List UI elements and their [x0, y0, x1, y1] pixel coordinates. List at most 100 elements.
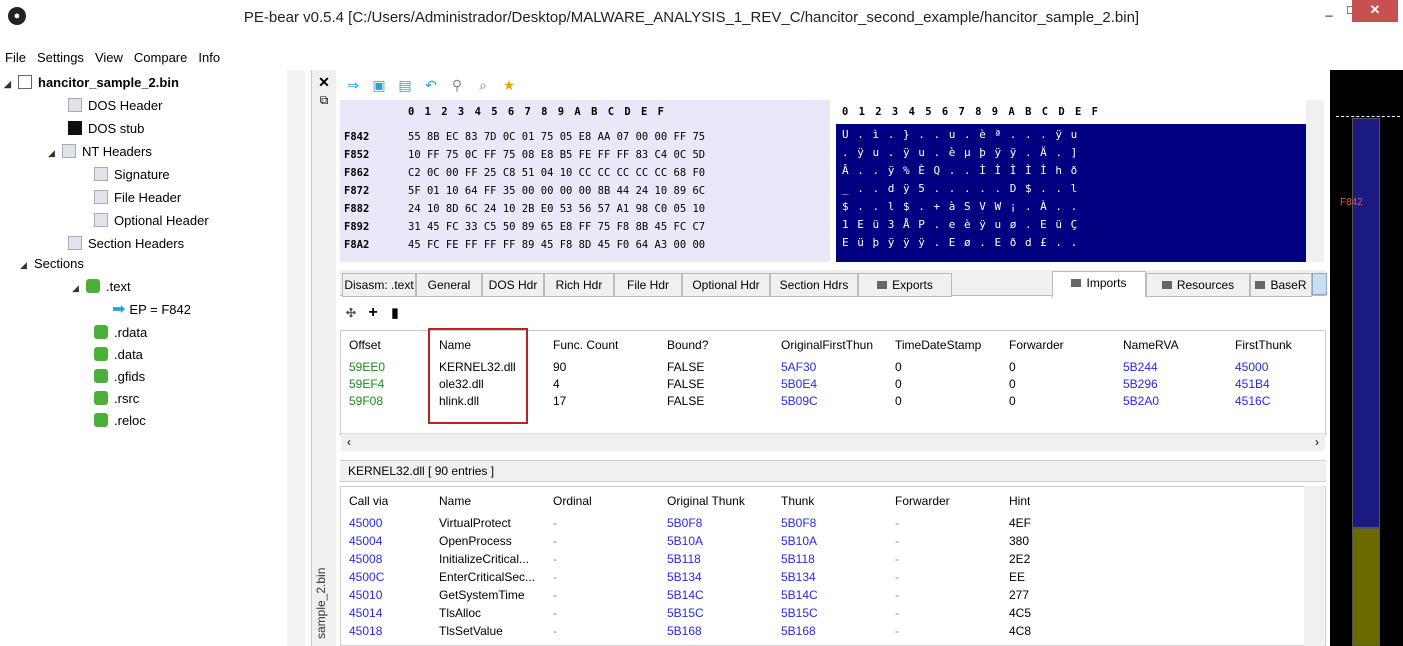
tab-general[interactable]: General — [416, 273, 482, 297]
table-row[interactable]: 4500C EnterCriticalSec... -5B134 5B134- EE — [341, 569, 1325, 585]
table-row[interactable]: 45008 InitializeCritical... -5B118 5B118-2E… — [341, 551, 1325, 567]
column-header[interactable]: Ordinal — [553, 493, 592, 509]
ascii-row[interactable]: $ . . l $ . + à S V W ¡ . À . . — [842, 200, 1078, 213]
column-header[interactable]: FirstThunk — [1235, 337, 1292, 353]
menu-info[interactable]: Info — [198, 48, 220, 68]
tree-section-gfids[interactable]: .gfids — [94, 366, 145, 388]
column-header[interactable]: Thunk — [781, 493, 814, 509]
ascii-row[interactable]: U . ì . } . . u . è ª . . . ÿ u — [842, 128, 1078, 141]
tree-section-rsrc[interactable]: .rsrc — [94, 388, 139, 410]
menu-compare[interactable]: Compare — [134, 48, 187, 68]
tab-section-hdrs[interactable]: Section Hdrs — [770, 273, 858, 297]
tree-optional-header[interactable]: Optional Header — [94, 210, 209, 232]
hex-row[interactable]: F862 C2 0C 00 FF 25 C8 51 04 10 CC CC CC … — [340, 164, 820, 182]
column-header[interactable]: Call via — [349, 493, 388, 509]
menu-view[interactable]: View — [95, 48, 123, 68]
ascii-row[interactable]: _ . . d ÿ 5 . . . . . D $ . . l — [842, 182, 1078, 195]
column-header[interactable]: Name — [439, 493, 471, 509]
column-header[interactable]: TimeDateStamp — [895, 337, 981, 353]
export-icon[interactable]: ▤ — [392, 72, 418, 98]
tree-file-header[interactable]: File Header — [94, 187, 181, 209]
tree-section-text[interactable]: ◢ .text — [72, 276, 131, 298]
tab-optional-hdr[interactable]: Optional Hdr — [682, 273, 770, 297]
tab-disasm[interactable]: Disasm: .text — [342, 273, 416, 297]
functions-scrollbar[interactable] — [1304, 486, 1324, 646]
hex-row[interactable]: F852 10 FF 75 0C FF 75 08 E8 B5 FE FF FF … — [340, 146, 820, 164]
tree-dos-stub[interactable]: DOS stub — [68, 118, 144, 140]
hex-row[interactable]: F8A2 45 FC FE FF FF FF 89 45 F8 8D 45 F0 … — [340, 236, 820, 254]
tree-sections[interactable]: ◢ Sections — [20, 253, 84, 275]
table-row[interactable]: 45014 TlsAlloc -5B15C 5B15C -4C5 — [341, 605, 1325, 621]
tree-section-headers[interactable]: Section Headers — [68, 233, 184, 255]
collapse-icon[interactable]: ◢ — [20, 254, 30, 276]
tree-entry-point[interactable]: ➡ EP = F842 — [112, 299, 191, 321]
ascii-row[interactable]: Â . . ÿ % È Q . . Ì Ì Ì Ì Ì h ð — [842, 164, 1078, 177]
table-row[interactable]: 45004 OpenProcess -5B10A 5B10A -380 — [341, 533, 1325, 549]
tab-rich-hdr[interactable]: Rich Hdr — [544, 273, 614, 297]
tab-scroll-right-button[interactable] — [1312, 273, 1327, 295]
tree-signature[interactable]: Signature — [94, 164, 170, 186]
save-icon[interactable]: ▣ — [366, 72, 392, 98]
tree-section-rdata[interactable]: .rdata — [94, 322, 147, 344]
column-header[interactable]: Offset — [349, 337, 381, 353]
column-header[interactable]: NameRVA — [1123, 337, 1179, 353]
hex-row[interactable]: F892 31 45 FC 33 C5 50 89 65 E8 FF 75 F8 … — [340, 218, 820, 236]
collapse-icon[interactable]: ◢ — [4, 73, 14, 95]
hex-row[interactable]: F842 55 8B EC 83 7D 0C 01 75 05 E8 AA 07 … — [340, 128, 820, 146]
hex-view[interactable]: 0 1 2 3 4 5 6 7 8 9 A B C D E F F842 55 8… — [340, 100, 830, 262]
close-button[interactable]: ✕ — [1352, 0, 1398, 22]
tree-section-data[interactable]: .data — [94, 344, 143, 366]
scroll-left-icon[interactable]: ‹ — [347, 435, 351, 449]
tree-section-reloc[interactable]: .reloc — [94, 410, 146, 432]
hex-row[interactable]: F872 5F 01 10 64 FF 35 00 00 00 00 8B 44 … — [340, 182, 820, 200]
overview-section-text[interactable] — [1352, 118, 1380, 528]
column-header[interactable]: Func. Count — [553, 337, 618, 353]
file-side-tab[interactable]: sample_2.bin — [314, 560, 332, 646]
close-tab-icon[interactable]: ✕ — [312, 74, 336, 91]
column-header[interactable]: Bound? — [667, 337, 708, 353]
column-header[interactable]: Name — [439, 337, 471, 353]
column-header[interactable]: Forwarder — [895, 493, 950, 509]
table-row[interactable]: 59EE0 KERNEL32.dll 90 FALSE 5AF30 0 0 5B… — [341, 359, 1325, 375]
sidebar-scrollbar[interactable] — [287, 70, 305, 646]
table-row[interactable]: 59EF4 ole32.dll 4 FALSE 5B0E4 0 0 5B296 … — [341, 376, 1325, 392]
ascii-row[interactable]: E ü þ ÿ ÿ ÿ . E ø . E ð d £ . . — [842, 236, 1078, 249]
tree-nt-headers[interactable]: ◢ NT Headers — [48, 141, 152, 163]
table-row[interactable]: 59F08 hlink.dll 17 FALSE 5B09C 0 0 5B2A0… — [341, 393, 1325, 409]
collapse-icon[interactable]: ◢ — [48, 142, 58, 164]
goto-ep-icon[interactable]: ⇒ — [340, 72, 366, 98]
ascii-row[interactable]: . ÿ u . ÿ u . è µ þ ÿ ÿ . Ä . ] — [842, 146, 1078, 159]
hex-scrollbar[interactable] — [1306, 100, 1324, 262]
move-icon[interactable]: ✣ — [340, 300, 362, 326]
ascii-row[interactable]: 1 E ü 3 Å P . e è ÿ u ø . E ü Ç — [842, 218, 1078, 231]
undo-icon[interactable]: ↶ — [418, 72, 444, 98]
star-icon[interactable]: ★ — [496, 72, 522, 98]
collapse-icon[interactable]: ◢ — [72, 277, 82, 299]
new-file-icon[interactable]: ▮ — [384, 300, 406, 326]
table-row[interactable]: 45018 TlsSetValue -5B168 5B168-4C8 — [341, 623, 1325, 639]
column-header[interactable]: Original Thunk — [667, 493, 745, 509]
search-icon[interactable]: ⌕ — [470, 72, 496, 98]
undock-icon[interactable]: ⧉ — [312, 93, 336, 108]
column-header[interactable]: Forwarder — [1009, 337, 1064, 353]
table-row[interactable]: 45000 VirtualProtect -5B0F8 5B0F8-4EF — [341, 515, 1325, 531]
tree-dos-header[interactable]: DOS Header — [68, 95, 162, 117]
minimize-button[interactable]: _ — [1318, 0, 1340, 22]
column-header[interactable]: Hint — [1009, 493, 1030, 509]
tab-file-hdr[interactable]: File Hdr — [614, 273, 682, 297]
overview-section-rdata[interactable] — [1352, 528, 1380, 646]
menu-file[interactable]: File — [5, 48, 26, 68]
pin-icon[interactable]: ⚲ — [444, 72, 470, 98]
scroll-right-icon[interactable]: › — [1315, 435, 1319, 449]
add-icon[interactable]: + — [362, 300, 384, 326]
tab-exports[interactable]: Exports — [858, 273, 952, 297]
ascii-view[interactable]: 0 1 2 3 4 5 6 7 8 9 A B C D E F U . ì . … — [836, 100, 1306, 262]
menu-settings[interactable]: Settings — [37, 48, 84, 68]
imports-hscrollbar[interactable]: ‹ › — [341, 433, 1325, 451]
hex-row[interactable]: F882 24 10 8D 6C 24 10 2B E0 53 56 57 A1 … — [340, 200, 820, 218]
tab-imports[interactable]: Imports — [1052, 271, 1146, 298]
tree-root[interactable]: ◢ hancitor_sample_2.bin — [4, 72, 179, 94]
tab-base-reloc[interactable]: BaseR — [1250, 273, 1312, 297]
table-row[interactable]: 45010 GetSystemTime -5B14C 5B14C -277 — [341, 587, 1325, 603]
tab-dos-hdr[interactable]: DOS Hdr — [482, 273, 544, 297]
